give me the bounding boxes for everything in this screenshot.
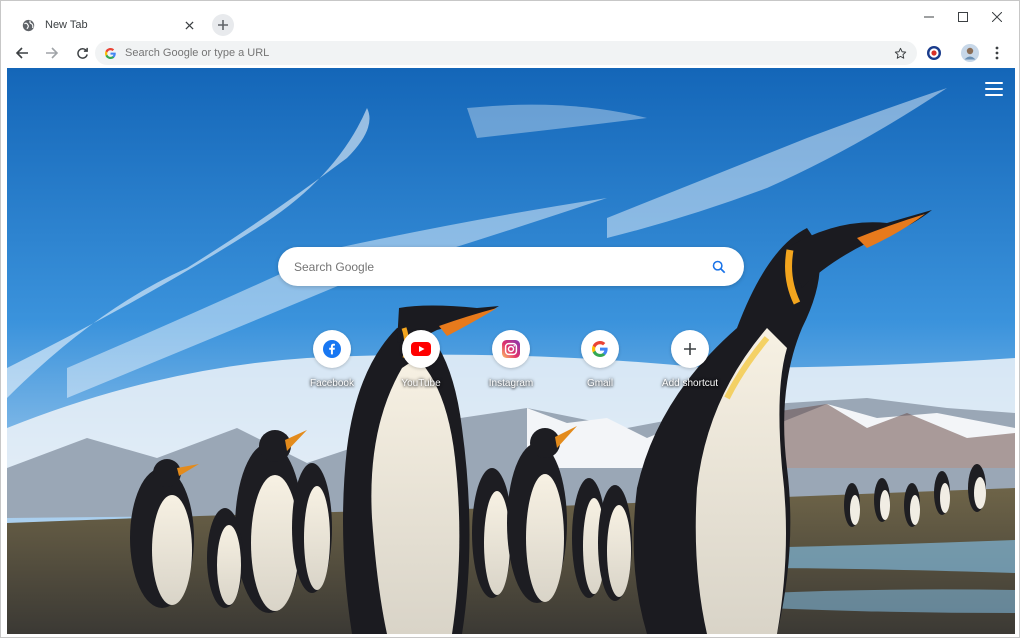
- instagram-icon: [502, 340, 520, 358]
- shortcut-tile: [402, 330, 440, 368]
- arrow-left-icon: [15, 47, 28, 59]
- close-icon: [992, 12, 1002, 22]
- globe-icon: [21, 18, 35, 32]
- shortcut-tile: [671, 330, 709, 368]
- facebook-icon: [323, 340, 341, 358]
- shortcut-youtube[interactable]: YouTube: [376, 330, 466, 389]
- shortcut-label: YouTube: [401, 378, 441, 389]
- shortcut-add[interactable]: Add shortcut: [645, 330, 735, 389]
- avatar-icon: [961, 44, 979, 62]
- maximize-button[interactable]: [949, 7, 977, 27]
- shortcut-tile: [492, 330, 530, 368]
- target-extension-icon: [927, 46, 941, 60]
- hamburger-line: [985, 94, 1003, 96]
- ntp-search-input[interactable]: [294, 259, 710, 274]
- new-tab-page: Facebook YouTube Insta: [7, 68, 1015, 634]
- tab-strip: New Tab: [1, 1, 1019, 41]
- shortcut-instagram[interactable]: Instagram: [466, 330, 556, 389]
- minimize-icon: [924, 16, 934, 18]
- ntp-search-box[interactable]: [278, 247, 744, 286]
- hamburger-line: [985, 88, 1003, 90]
- maximize-icon: [958, 12, 968, 22]
- hamburger-line: [985, 82, 1003, 84]
- google-g-icon: [592, 341, 608, 357]
- search-icon[interactable]: [710, 258, 728, 276]
- close-window-button[interactable]: [983, 7, 1011, 27]
- tab-new-tab[interactable]: New Tab: [11, 9, 207, 41]
- plus-icon: [218, 20, 228, 30]
- google-g-icon: [103, 46, 117, 60]
- reload-icon: [76, 47, 88, 59]
- shortcut-facebook[interactable]: Facebook: [287, 330, 377, 389]
- more-vert-icon: [995, 46, 999, 60]
- star-icon[interactable]: [891, 44, 909, 62]
- minimize-button[interactable]: [915, 7, 943, 27]
- shortcut-gmail[interactable]: Gmail: [555, 330, 645, 389]
- shortcut-label: Instagram: [488, 378, 534, 389]
- menu-button[interactable]: [986, 42, 1008, 64]
- shortcut-tile: [313, 330, 351, 368]
- back-button[interactable]: [9, 40, 35, 66]
- shortcuts-grid: Facebook YouTube Instagram Gmail Add sho…: [297, 330, 727, 400]
- toolbar: [1, 39, 1019, 67]
- omnibox[interactable]: [95, 41, 917, 65]
- shortcut-label: Gmail: [586, 378, 614, 389]
- plus-icon: [684, 343, 696, 355]
- new-tab-button[interactable]: [212, 14, 234, 36]
- shortcut-tile: [581, 330, 619, 368]
- customize-menu-button[interactable]: [983, 80, 1005, 98]
- forward-button[interactable]: [39, 40, 65, 66]
- shortcut-label: Add shortcut: [661, 378, 719, 389]
- tab-title: New Tab: [45, 19, 88, 31]
- shortcut-label: Facebook: [310, 378, 354, 389]
- youtube-icon: [411, 342, 431, 356]
- window-controls: [915, 7, 1011, 27]
- close-icon[interactable]: [181, 17, 197, 33]
- browser-window: New Tab Search Google or type a URL Sear…: [0, 0, 1020, 638]
- omnibox-input[interactable]: [125, 47, 891, 59]
- profile-avatar[interactable]: [959, 42, 981, 64]
- extension-button[interactable]: [923, 42, 945, 64]
- reload-button[interactable]: [69, 40, 95, 66]
- arrow-right-icon: [46, 47, 59, 59]
